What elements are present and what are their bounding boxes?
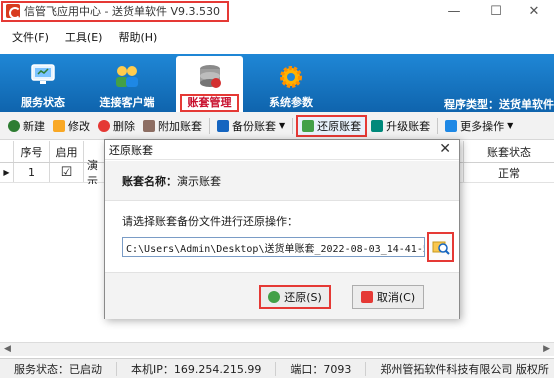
account-name-value: 演示账套	[177, 174, 221, 188]
cancel-label: 取消(C)	[376, 291, 416, 304]
status-bar: 服务状态：已启动 本机IP：169.254.215.99 端口：7093 郑州管…	[0, 358, 554, 378]
users-icon	[116, 66, 138, 87]
chevron-down-icon: ▼	[507, 121, 514, 130]
backup-file-path-input[interactable]: C:\Users\Admin\Desktop\送货单账套_2022-08-03_…	[122, 237, 425, 257]
attach-account-button[interactable]: 附加账套	[139, 115, 206, 137]
program-type-label: 程序类型：送货单软件	[444, 98, 554, 111]
tab-account-management[interactable]: 账套管理	[176, 56, 243, 112]
monitor-icon	[31, 64, 55, 84]
menu-file[interactable]: 文件(F)	[12, 29, 49, 45]
gear-icon	[280, 66, 302, 88]
title-bar: 信管飞应用中心 - 送货单软件 V9.3.530 — ☐ ✕	[0, 0, 554, 22]
local-ip: 本机IP：169.254.215.99	[117, 361, 277, 376]
check-icon	[268, 291, 281, 303]
new-label: 新建	[23, 119, 45, 133]
dialog-close-icon[interactable]: ✕	[439, 141, 451, 157]
row-pointer-icon: ▶	[0, 163, 14, 182]
browse-file-button[interactable]	[427, 232, 454, 262]
toolbar-separator	[209, 117, 210, 134]
restore-confirm-label: 还原(S)	[284, 291, 322, 304]
row-enabled-checkbox[interactable]: ☑	[50, 163, 84, 182]
row-index: 1	[14, 163, 50, 182]
upgrade-icon	[371, 119, 384, 132]
scroll-right-icon[interactable]: ▶	[543, 344, 550, 354]
upgrade-account-button[interactable]: 升级账套	[367, 115, 434, 137]
double-chevron-icon	[445, 119, 458, 132]
pencil-icon	[53, 119, 65, 132]
close-icon	[360, 291, 373, 303]
restore-account-dialog: 还原账套 ✕ 账套名称： 演示账套 请选择账套备份文件进行还原操作： C:\Us…	[104, 139, 460, 319]
attach-icon	[143, 119, 155, 132]
restore-label: 还原账套	[317, 119, 362, 133]
delete-label: 删除	[113, 119, 135, 133]
scroll-left-icon[interactable]: ◀	[4, 344, 11, 354]
backup-account-button[interactable]: 备份账套 ▼	[213, 115, 289, 137]
horizontal-scrollbar[interactable]: ◀ ▶	[0, 342, 554, 356]
toolbar: 新建 修改 删除 附加账套 备份账套 ▼ 还原账套 升级账套 更多操作 ▼	[0, 112, 554, 140]
tab-system-parameters[interactable]: 系统参数	[258, 56, 324, 112]
minimize-button[interactable]: —	[434, 0, 474, 22]
dialog-title-bar: 还原账套 ✕	[105, 140, 459, 160]
column-header-enabled[interactable]: 启用	[50, 141, 84, 162]
tab-connected-clients[interactable]: 连接客户端	[92, 56, 162, 112]
more-label: 更多操作	[460, 119, 505, 133]
close-window-button[interactable]: ✕	[514, 0, 554, 22]
database-icon	[199, 65, 221, 88]
restore-icon	[302, 119, 315, 132]
cancel-button[interactable]: 取消(C)	[352, 285, 424, 309]
upgrade-label: 升级账套	[386, 119, 431, 133]
company-copyright: 郑州管拓软件科技有限公司 版权所	[380, 362, 549, 376]
row-status: 正常	[498, 166, 520, 180]
restore-account-button[interactable]: 还原账套	[296, 114, 368, 137]
delete-button[interactable]: 删除	[94, 115, 139, 137]
column-header-status[interactable]: 账套状态	[464, 141, 554, 162]
dialog-title: 还原账套	[109, 143, 153, 157]
delete-icon	[98, 119, 110, 132]
service-status: 服务状态：已启动	[0, 361, 117, 376]
toolbar-separator	[437, 117, 439, 134]
main-navigation: 服务状态 连接客户端 账套管理 系统参数 程序类型：送货单软件	[0, 54, 554, 112]
edit-label: 修改	[68, 119, 90, 133]
new-button[interactable]: 新建	[4, 115, 49, 137]
attach-label: 附加账套	[158, 119, 202, 133]
tab-service-status[interactable]: 服务状态	[12, 56, 74, 112]
account-info: 账套名称： 演示账套	[105, 161, 459, 201]
more-actions-button[interactable]: 更多操作 ▼	[441, 115, 517, 137]
row-account-name: 演示	[84, 159, 106, 188]
folder-search-icon	[432, 241, 450, 255]
active-tab-highlight-box	[180, 94, 239, 112]
tab-label: 服务状态	[21, 96, 65, 109]
backup-label: 备份账套	[232, 119, 276, 133]
column-header-index[interactable]: 序号	[14, 141, 50, 162]
menu-tools[interactable]: 工具(E)	[65, 29, 103, 45]
toolbar-separator	[292, 117, 294, 134]
menu-help[interactable]: 帮助(H)	[118, 29, 157, 45]
tab-label: 系统参数	[269, 96, 313, 109]
maximize-button[interactable]: ☐	[476, 0, 516, 22]
account-name-label: 账套名称：	[122, 174, 177, 188]
plus-icon	[8, 119, 20, 132]
row-indicator-header	[0, 141, 14, 162]
menu-bar: 文件(F) 工具(E) 帮助(H)	[0, 28, 173, 46]
tab-label: 连接客户端	[99, 96, 155, 109]
port: 端口：7093	[276, 361, 367, 376]
save-icon	[217, 119, 229, 132]
restore-prompt: 请选择账套备份文件进行还原操作：	[122, 215, 298, 228]
title-highlight-box	[1, 1, 229, 22]
dialog-footer: 还原(S) 取消(C)	[105, 272, 459, 319]
chevron-down-icon: ▼	[279, 121, 286, 130]
restore-confirm-button[interactable]: 还原(S)	[259, 285, 331, 309]
edit-button[interactable]: 修改	[49, 115, 94, 137]
